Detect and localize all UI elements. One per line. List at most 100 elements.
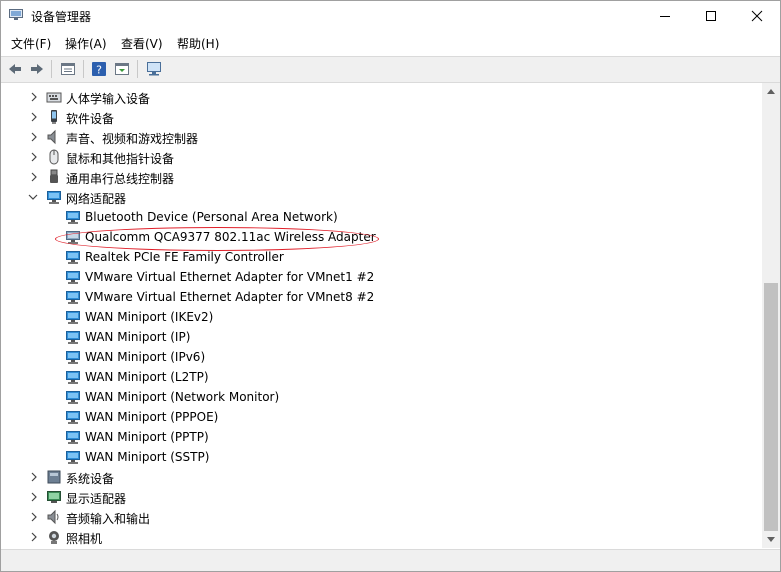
tree-device-item[interactable]: Realtek PCIe FE Family Controller bbox=[1, 247, 762, 267]
chevron-right-icon[interactable] bbox=[29, 512, 39, 522]
device-label: WAN Miniport (PPTP) bbox=[85, 430, 209, 444]
network-adapter-icon bbox=[66, 251, 80, 264]
update-driver-button[interactable] bbox=[111, 59, 133, 79]
tree-device-item[interactable]: WAN Miniport (L2TP) bbox=[1, 367, 762, 387]
scroll-up-button[interactable] bbox=[762, 83, 780, 99]
tree-category-hid[interactable]: 人体学输入设备 bbox=[1, 87, 762, 107]
tree-device-item[interactable]: Bluetooth Device (Personal Area Network) bbox=[1, 207, 762, 227]
tree-device-item[interactable]: WAN Miniport (IP) bbox=[1, 327, 762, 347]
tree-category-mouse[interactable]: 鼠标和其他指针设备 bbox=[1, 147, 762, 167]
maximize-button[interactable] bbox=[688, 1, 734, 31]
chevron-right-icon[interactable] bbox=[29, 532, 39, 542]
tree-device-item[interactable]: VMware Virtual Ethernet Adapter for VMne… bbox=[1, 287, 762, 307]
tree-category-software[interactable]: 软件设备 bbox=[1, 107, 762, 127]
display-adapter-icon bbox=[47, 491, 61, 503]
network-adapter-icon bbox=[66, 231, 80, 244]
network-adapter-icon bbox=[66, 311, 80, 324]
tree-device-item[interactable]: WAN Miniport (IPv6) bbox=[1, 347, 762, 367]
network-adapter-icon bbox=[66, 271, 80, 284]
tree-category-network[interactable]: 网络适配器 bbox=[1, 187, 762, 207]
toolbar-separator bbox=[83, 60, 84, 78]
title-bar: 设备管理器 bbox=[1, 1, 780, 31]
tree-category-audio[interactable]: 音频输入和输出 bbox=[1, 507, 762, 527]
device-label: WAN Miniport (L2TP) bbox=[85, 370, 209, 384]
device-tree: 人体学输入设备 软件设备 声音、视频和游戏控制器 鼠标和其他指针设备 通用串行总… bbox=[1, 83, 762, 548]
back-button[interactable] bbox=[4, 59, 26, 79]
window-title: 设备管理器 bbox=[31, 10, 92, 24]
network-adapter-icon bbox=[66, 291, 80, 304]
close-icon bbox=[751, 10, 763, 22]
chevron-right-icon[interactable] bbox=[29, 92, 39, 102]
chevron-up-icon bbox=[767, 89, 775, 94]
toolbar-separator bbox=[51, 60, 52, 78]
menu-view[interactable]: 查看(V) bbox=[121, 35, 163, 52]
forward-button[interactable] bbox=[26, 59, 48, 79]
tree-category-system[interactable]: 系统设备 bbox=[1, 467, 762, 487]
tree-category-label: 鼠标和其他指针设备 bbox=[66, 152, 175, 166]
network-adapter-icon bbox=[66, 431, 80, 444]
back-arrow-icon bbox=[9, 64, 21, 74]
tree-device-item[interactable]: WAN Miniport (Network Monitor) bbox=[1, 387, 762, 407]
monitor-scan-icon bbox=[147, 62, 161, 76]
tree-category-camera[interactable]: 照相机 bbox=[1, 527, 762, 547]
scan-hardware-button[interactable] bbox=[143, 59, 165, 79]
minimize-button[interactable] bbox=[642, 1, 688, 31]
tree-category-label: 声音、视频和游戏控制器 bbox=[66, 132, 199, 146]
vertical-scrollbar[interactable] bbox=[762, 83, 780, 548]
menu-action[interactable]: 操作(A) bbox=[65, 35, 107, 52]
device-manager-window: 设备管理器 文件(F) 操作(A) 查看(V) 帮助(H) ? 人体学输入设备 … bbox=[0, 0, 781, 572]
tree-device-item[interactable]: WAN Miniport (PPTP) bbox=[1, 427, 762, 447]
system-device-icon bbox=[47, 470, 61, 484]
svg-text:?: ? bbox=[96, 64, 102, 77]
network-adapter-icon bbox=[66, 451, 80, 464]
network-adapter-icon bbox=[47, 191, 61, 204]
network-adapter-icon bbox=[66, 211, 80, 224]
maximize-icon bbox=[706, 11, 716, 21]
chevron-right-icon[interactable] bbox=[29, 492, 39, 502]
device-manager-icon bbox=[9, 9, 23, 20]
speaker-icon bbox=[47, 129, 56, 145]
device-label: WAN Miniport (PPPOE) bbox=[85, 410, 219, 424]
device-label: Realtek PCIe FE Family Controller bbox=[85, 250, 284, 264]
tree-device-item-selected[interactable]: Qualcomm QCA9377 802.11ac Wireless Adapt… bbox=[1, 227, 762, 247]
device-label: WAN Miniport (SSTP) bbox=[85, 450, 210, 464]
tree-device-item[interactable]: WAN Miniport (IKEv2) bbox=[1, 307, 762, 327]
chevron-right-icon[interactable] bbox=[29, 472, 39, 482]
toolbar-separator bbox=[137, 60, 138, 78]
help-button[interactable]: ? bbox=[88, 59, 110, 79]
tree-category-usb[interactable]: 通用串行总线控制器 bbox=[1, 167, 762, 187]
tree-device-item[interactable]: WAN Miniport (SSTP) bbox=[1, 447, 762, 467]
tree-category-sound[interactable]: 声音、视频和游戏控制器 bbox=[1, 127, 762, 147]
chevron-right-icon[interactable] bbox=[29, 152, 39, 162]
network-adapter-icon bbox=[66, 411, 80, 424]
tree-category-label: 软件设备 bbox=[66, 112, 115, 126]
chevron-right-icon[interactable] bbox=[29, 172, 39, 182]
properties-button[interactable] bbox=[57, 59, 79, 79]
scrollbar-thumb[interactable] bbox=[764, 283, 778, 531]
scroll-down-button[interactable] bbox=[762, 532, 780, 548]
menu-help[interactable]: 帮助(H) bbox=[177, 35, 219, 52]
help-icon: ? bbox=[92, 62, 106, 77]
forward-arrow-icon bbox=[31, 64, 43, 74]
camera-icon bbox=[49, 531, 59, 544]
tree-category-label: 通用串行总线控制器 bbox=[66, 172, 175, 186]
mouse-icon bbox=[49, 149, 59, 165]
tree-device-item[interactable]: WAN Miniport (PPPOE) bbox=[1, 407, 762, 427]
chevron-down-icon[interactable] bbox=[28, 192, 38, 202]
network-adapter-icon bbox=[66, 371, 80, 384]
device-label: WAN Miniport (IPv6) bbox=[85, 350, 206, 364]
device-label: Qualcomm QCA9377 802.11ac Wireless Adapt… bbox=[85, 230, 376, 244]
toolbar: ? bbox=[1, 56, 780, 83]
tree-device-item[interactable]: VMware Virtual Ethernet Adapter for VMne… bbox=[1, 267, 762, 287]
menu-file[interactable]: 文件(F) bbox=[11, 35, 51, 52]
chevron-right-icon[interactable] bbox=[29, 132, 39, 142]
tree-category-display[interactable]: 显示适配器 bbox=[1, 487, 762, 507]
tree-category-label: 显示适配器 bbox=[66, 492, 127, 506]
device-label: VMware Virtual Ethernet Adapter for VMne… bbox=[85, 290, 375, 304]
chevron-right-icon[interactable] bbox=[29, 112, 39, 122]
close-button[interactable] bbox=[734, 1, 780, 31]
device-label: WAN Miniport (IKEv2) bbox=[85, 310, 214, 324]
tree-category-label: 人体学输入设备 bbox=[66, 92, 151, 106]
network-adapter-icon bbox=[66, 331, 80, 344]
tree-category-label: 系统设备 bbox=[66, 472, 115, 486]
